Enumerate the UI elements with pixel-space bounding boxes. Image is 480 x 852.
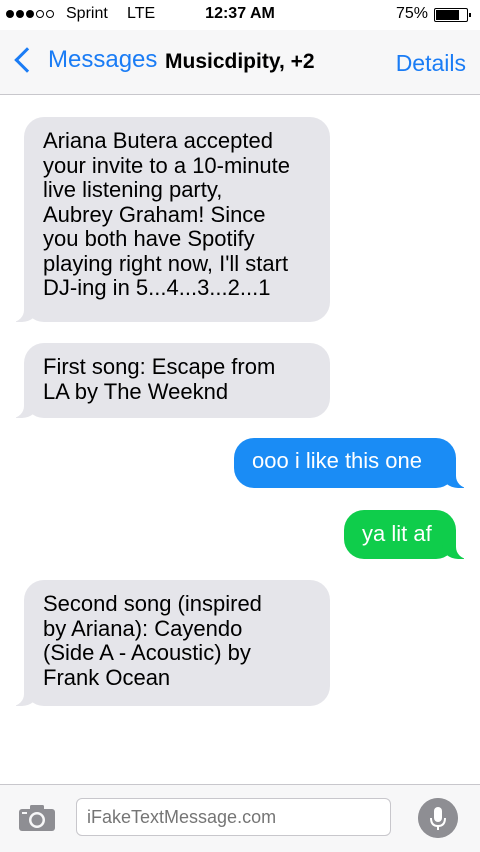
message-input-bar [0, 784, 480, 852]
chevron-left-icon [14, 47, 40, 73]
bubble-tail [442, 466, 476, 488]
message-text: ooo i like this one [252, 448, 422, 473]
outgoing-message-bubble[interactable]: ooo i like this one [234, 438, 476, 488]
bubble-tail [4, 300, 38, 322]
camera-icon[interactable] [18, 804, 56, 832]
outgoing-message-bubble[interactable]: ya lit af [344, 510, 476, 559]
message-text: ya lit af [362, 521, 432, 546]
back-button[interactable]: Messages [12, 46, 157, 74]
message-text: Ariana Butera accepted your invite to a … [43, 128, 291, 300]
battery-tip [469, 13, 471, 17]
bubble-tail [4, 396, 38, 418]
message-text: First song: Escape from LA by The Weeknd [43, 354, 276, 404]
incoming-message-bubble[interactable]: Second song (inspired by Ariana): Cayend… [4, 580, 330, 706]
message-text-field[interactable] [76, 798, 391, 836]
incoming-message-bubble[interactable]: First song: Escape from LA by The Weeknd [4, 343, 330, 418]
battery-fill [436, 10, 459, 20]
message-text: Second song (inspired by Ariana): Cayend… [43, 591, 262, 690]
bubble-tail [442, 537, 476, 559]
back-label: Messages [48, 46, 158, 73]
navigation-bar: Messages Musicdipity, +2 Details [0, 30, 480, 95]
status-bar: Sprint LTE 12:37 AM 75% [0, 0, 480, 30]
conversation-title[interactable]: Musicdipity, +2 [165, 50, 315, 74]
bubble-tail [4, 684, 38, 706]
incoming-message-bubble[interactable]: Ariana Butera accepted your invite to a … [4, 117, 330, 322]
battery-icon [434, 8, 471, 22]
details-button[interactable]: Details [396, 50, 466, 77]
microphone-icon[interactable] [418, 798, 458, 838]
battery-percent: 75% [395, 5, 428, 22]
